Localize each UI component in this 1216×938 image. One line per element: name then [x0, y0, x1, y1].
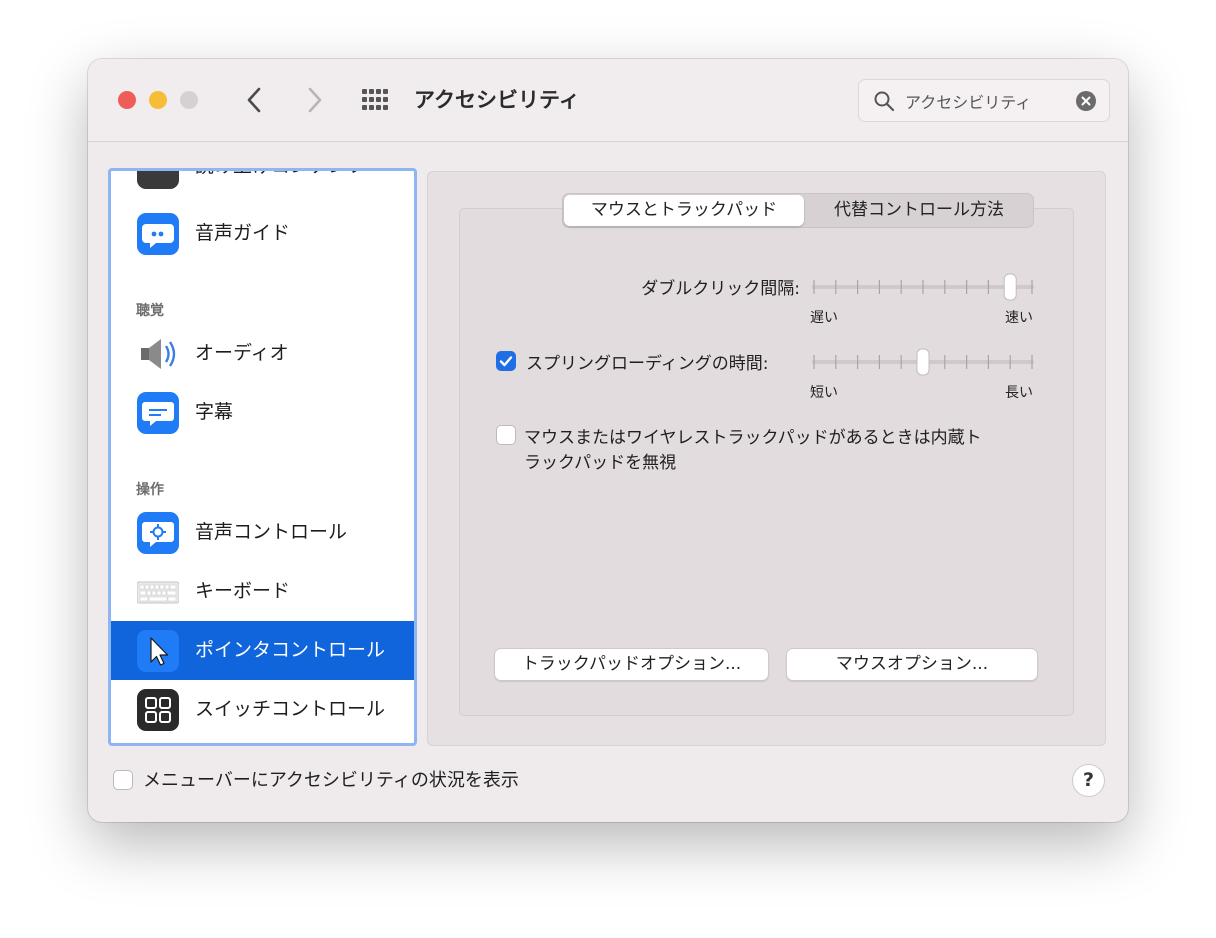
settings-panel: マウスとトラックパッド 代替コントロール方法 ダブルクリック間隔: 遅い 速い … [427, 171, 1106, 746]
sidebar-item-label: 音声コントロール [195, 521, 348, 543]
slider-max-label: 速い [1005, 310, 1033, 326]
sidebar-item-captions[interactable]: 字幕 [111, 383, 414, 442]
search-input[interactable] [905, 80, 1075, 121]
checkmark-icon [499, 356, 513, 367]
spring-loading-label: スプリングローディングの時間: [526, 354, 769, 374]
spring-loading-checkbox[interactable] [496, 351, 516, 371]
chevron-right-icon [308, 87, 322, 113]
tab-content: マウスとトラックパッド 代替コントロール方法 ダブルクリック間隔: 遅い 速い … [459, 193, 1074, 716]
help-button[interactable]: ? [1072, 764, 1105, 797]
sidebar[interactable]: 読み上げコンテンツ 音声ガイド 聴覚 オーディオ [108, 168, 417, 746]
trackpad-options-button[interactable]: トラックパッドオプション... [494, 648, 769, 681]
slider-max-label: 長い [1005, 385, 1033, 401]
show-all-button[interactable] [360, 86, 390, 116]
sidebar-item-spoken-content[interactable]: 読み上げコンテンツ [111, 171, 414, 206]
spoken-content-icon [137, 171, 179, 189]
sidebar-item-label: スイッチコントロール [195, 698, 386, 720]
ignore-trackpad-label-line2: ラックパッドを無視 [524, 453, 677, 473]
slider-min-label: 遅い [810, 310, 838, 326]
tab-bar: マウスとトラックパッド 代替コントロール方法 [562, 193, 1034, 228]
search-field[interactable] [858, 79, 1110, 122]
search-icon [874, 91, 895, 112]
clear-search-icon[interactable] [1076, 91, 1096, 111]
show-status-label: メニューバーにアクセシビリティの状況を表示 [143, 770, 519, 791]
show-status-checkbox[interactable] [113, 770, 133, 790]
ignore-trackpad-checkbox[interactable] [496, 425, 516, 445]
zoom-button[interactable] [180, 91, 198, 109]
chevron-left-icon [247, 87, 261, 113]
tab-alternate-control[interactable]: 代替コントロール方法 [807, 194, 1031, 227]
voice-control-icon [137, 512, 179, 554]
pointer-icon [137, 630, 179, 672]
sidebar-item-label: キーボード [195, 580, 291, 602]
sidebar-item-voiceover[interactable]: 音声ガイド [111, 204, 414, 263]
speaker-icon [141, 339, 176, 369]
ignore-trackpad-label-line1: マウスまたはワイヤレストラックパッドがあるときは内蔵ト [524, 428, 982, 448]
section-header-hearing: 聴覚 [136, 303, 164, 319]
captions-icon [137, 392, 179, 434]
sidebar-item-switch-control[interactable]: スイッチコントロール [111, 680, 414, 739]
minimize-button[interactable] [149, 91, 167, 109]
double-click-slider[interactable] [812, 272, 1034, 302]
sidebar-item-voice-control[interactable]: 音声コントロール [111, 503, 414, 562]
sidebar-item-label: 読み上げコンテンツ [195, 171, 366, 196]
slider-min-label: 短い [810, 385, 838, 401]
switch-control-icon [137, 689, 179, 731]
forward-button[interactable] [297, 83, 331, 117]
keyboard-icon [137, 581, 179, 604]
close-button[interactable] [118, 91, 136, 109]
grid-icon [362, 89, 388, 110]
slider-knob[interactable] [916, 348, 930, 376]
sidebar-item-keyboard[interactable]: キーボード [111, 562, 414, 621]
sidebar-item-audio[interactable]: オーディオ [111, 324, 414, 383]
mouse-options-button[interactable]: マウスオプション... [786, 648, 1038, 681]
tab-mouse-trackpad[interactable]: マウスとトラックパッド [564, 195, 804, 226]
sidebar-item-label: ポインタコントロール [195, 639, 386, 661]
sidebar-item-label: 音声ガイド [195, 222, 291, 244]
window-title: アクセシビリティ [414, 88, 580, 112]
sidebar-item-label: 字幕 [195, 401, 234, 423]
sidebar-item-pointer-control[interactable]: ポインタコントロール [111, 621, 414, 680]
section-header-motor: 操作 [136, 482, 164, 498]
sidebar-item-label: オーディオ [195, 342, 289, 364]
double-click-label: ダブルクリック間隔: [641, 279, 800, 299]
slider-knob[interactable] [1003, 273, 1017, 301]
back-button[interactable] [238, 83, 272, 117]
titlebar: アクセシビリティ [88, 59, 1128, 142]
preferences-window: アクセシビリティ 読み上げコンテンツ 音声ガイド 聴覚 [88, 59, 1128, 822]
spring-loading-slider[interactable] [812, 347, 1034, 377]
voiceover-speech-bubble-icon [137, 213, 179, 255]
